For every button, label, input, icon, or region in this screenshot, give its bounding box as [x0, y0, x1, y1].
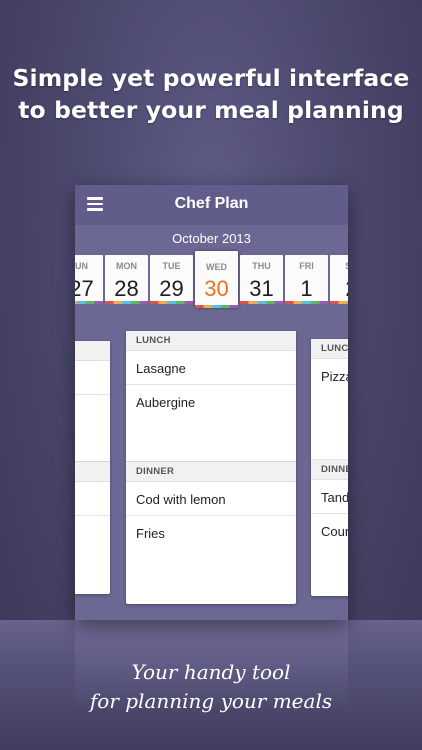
lunch-label: LUNC — [321, 343, 348, 354]
meal-color-bar — [75, 301, 103, 304]
day-name: SA — [330, 261, 348, 271]
month-label: October 2013 — [172, 231, 251, 246]
day-friday[interactable]: FRI 1 — [285, 255, 328, 304]
lunch-section-header: LUNCH — [126, 331, 296, 351]
promo-tagline-line-2: for planning your meals — [89, 689, 333, 713]
lunch-section-header — [75, 341, 110, 361]
meal-item-pizza[interactable]: Pizza — [311, 359, 348, 460]
meal-color-bar — [150, 301, 193, 304]
day-date: 27 — [75, 276, 94, 301]
day-date: 28 — [114, 276, 139, 301]
meal-item-label: Fries — [136, 526, 165, 541]
dinner-label: DINNE — [321, 464, 348, 475]
meal-color-bar — [105, 301, 148, 304]
meal-color-bar — [240, 301, 283, 304]
day-date: 29 — [159, 276, 184, 301]
meal-item-label: Lasagne — [136, 361, 186, 376]
day-name: THU — [252, 261, 271, 271]
promo-tagline: Your handy tool for planning your meals — [0, 658, 422, 716]
day-name: TUE — [162, 261, 181, 271]
meal-color-bar — [195, 305, 238, 308]
dinner-label: DINNER — [136, 466, 175, 477]
lunch-label: LUNCH — [136, 335, 171, 346]
day-strip: UN 27 MON 28 TUE 29 WED 30 THU 31 FRI 1 — [75, 251, 348, 311]
day-date: 2 — [330, 276, 348, 302]
day-card-next[interactable]: LUNC Pizza DINNE Tand Cour — [311, 339, 348, 596]
meal-item-tand[interactable]: Tand — [311, 480, 348, 514]
day-name: UN — [75, 261, 88, 271]
meal-item-cour[interactable]: Cour — [311, 514, 348, 547]
meal-item-cod-with-lemon[interactable]: Cod with lemon — [126, 482, 296, 516]
meal-item-label: Tand — [321, 490, 348, 505]
promo-headline-line-2: to better your meal planning — [18, 96, 404, 124]
meal-row[interactable] — [75, 361, 110, 395]
meal-item-label: Cour — [321, 524, 348, 539]
day-monday[interactable]: MON 28 — [105, 255, 148, 304]
day-sunday[interactable]: UN 27 — [75, 255, 103, 304]
nav-bar: Chef Plan — [75, 185, 348, 225]
meal-row[interactable] — [75, 482, 110, 516]
dinner-section-header: DINNER — [126, 462, 296, 482]
dinner-section-header: DINNE — [311, 460, 348, 480]
meal-item-aubergine[interactable]: Aubergine — [126, 385, 296, 462]
meal-item-fries[interactable]: Fries — [126, 516, 296, 549]
day-card-current: LUNCH Lasagne Aubergine DINNER Cod with … — [126, 331, 296, 604]
meal-item-lasagne[interactable]: Lasagne — [126, 351, 296, 385]
day-thursday[interactable]: THU 31 — [240, 255, 283, 304]
day-tuesday[interactable]: TUE 29 — [150, 255, 193, 304]
day-date: 1 — [300, 276, 313, 301]
day-card-previous[interactable] — [75, 341, 110, 594]
lunch-section-header: LUNC — [311, 339, 348, 359]
dinner-section-header — [75, 462, 110, 482]
day-name: MON — [116, 261, 137, 271]
day-date: 30 — [204, 276, 229, 301]
meal-item-label: Cod with lemon — [136, 492, 226, 507]
promo-headline: Simple yet powerful interface to better … — [0, 62, 422, 126]
day-saturday[interactable]: SA 2 — [330, 255, 348, 304]
meal-color-bar — [330, 301, 348, 304]
section-gap — [75, 395, 110, 462]
day-name: WED — [206, 262, 227, 272]
meal-item-label: Aubergine — [136, 395, 196, 410]
promo-headline-line-1: Simple yet powerful interface — [12, 64, 410, 92]
day-wednesday-selected[interactable]: WED 30 — [195, 251, 238, 308]
day-date: 31 — [249, 276, 274, 301]
app-screen: Chef Plan October 2013 UN 27 MON 28 TUE … — [75, 185, 348, 620]
day-name: FRI — [299, 261, 314, 271]
promo-tagline-line-1: Your handy tool — [131, 660, 291, 684]
meal-color-bar — [285, 301, 328, 304]
app-title: Chef Plan — [174, 195, 249, 212]
meal-item-label: Pizza — [321, 369, 348, 384]
